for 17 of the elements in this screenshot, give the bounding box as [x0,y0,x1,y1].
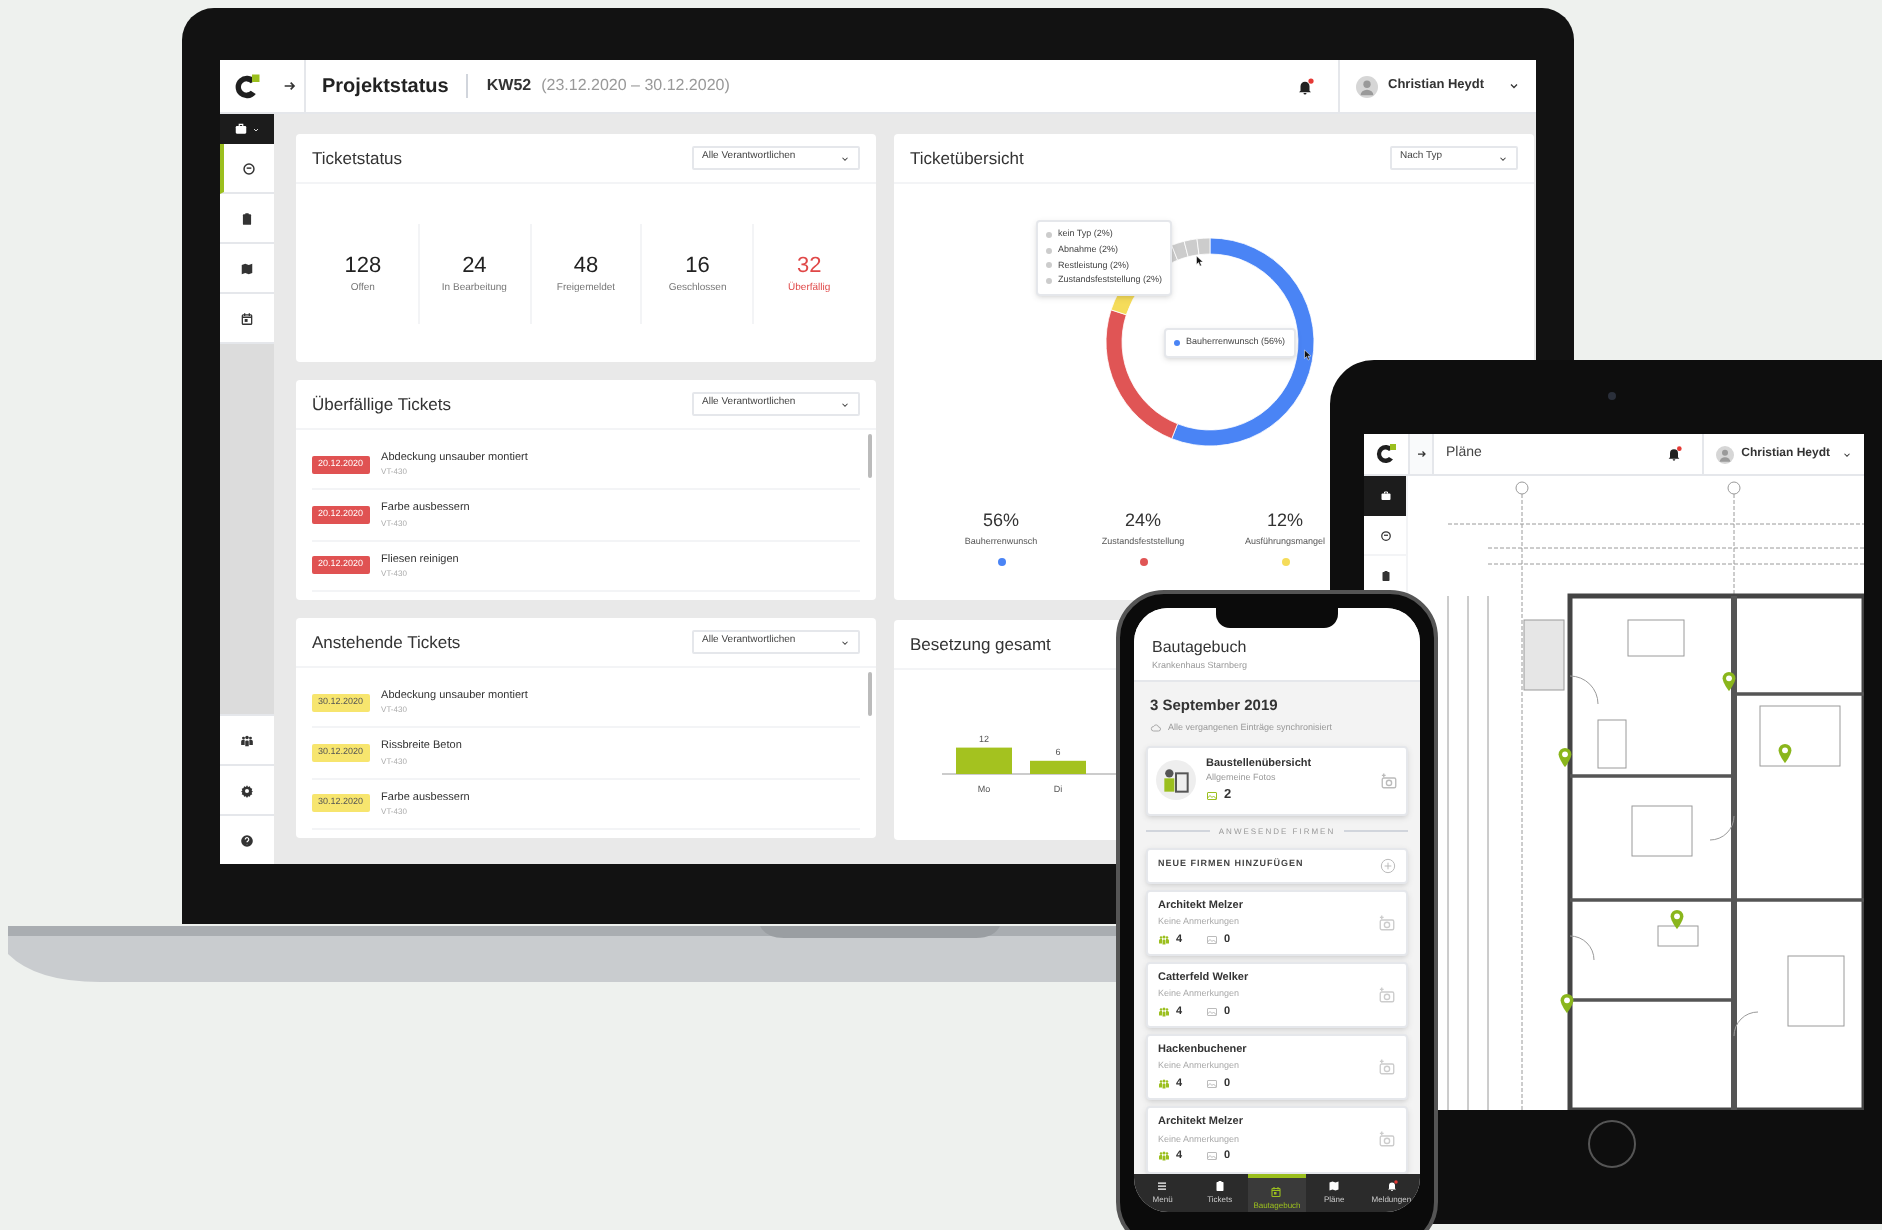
stat-value: 128 [344,251,382,281]
date-range: (23.12.2020 – 30.12.2020) [541,74,730,98]
card-title: Überfällige Tickets [312,391,451,417]
week-label: KW52 [486,74,532,98]
card-title: Anstehende Tickets [312,629,461,655]
card-title: Ticketstatus [312,145,403,171]
card-title: Ticketübersicht [910,145,1024,171]
stat-value: 32 [796,251,822,281]
percent-value: 56% [982,508,1019,534]
stat-value: 16 [685,251,710,281]
screen-title: Bautagebuch [1152,636,1249,660]
percent-value: 12% [1266,508,1303,534]
percent-value: 24% [1124,508,1161,534]
page-title: Projektstatus [322,73,449,101]
stat-value: 24 [462,251,487,281]
stat-value: 48 [573,251,599,281]
card-title: Besetzung gesamt [910,631,1051,657]
